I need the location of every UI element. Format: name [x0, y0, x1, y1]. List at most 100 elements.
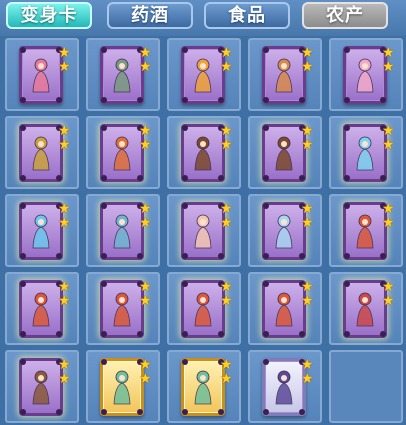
- card-corner-ornament: [299, 331, 305, 337]
- inventory-slot[interactable]: ★ ★: [167, 350, 241, 423]
- tab-farm-produce[interactable]: 农产: [302, 2, 388, 29]
- card-corner-ornament: [56, 409, 62, 415]
- card-corner-ornament: [101, 203, 107, 209]
- star-icon: ★: [382, 279, 395, 295]
- star-icon: ★: [382, 293, 395, 309]
- tab-food[interactable]: 食品: [204, 2, 290, 29]
- star-icon: ★: [139, 137, 152, 153]
- inventory-slot[interactable]: ★ ★: [5, 272, 79, 345]
- monkey-warrior-card-icon[interactable]: [19, 280, 63, 338]
- card-corner-ornament: [263, 175, 269, 181]
- fox-spirit-card-icon[interactable]: [262, 46, 306, 104]
- monkey-warrior-card-icon[interactable]: [181, 280, 225, 338]
- character-figure: [275, 214, 293, 249]
- inventory-slot[interactable]: ★ ★: [86, 194, 160, 267]
- inventory-slot[interactable]: ★ ★: [5, 194, 79, 267]
- tab-transform-cards[interactable]: 变身卡: [6, 2, 92, 29]
- card-corner-ornament: [299, 175, 305, 181]
- inventory-slot[interactable]: ★ ★: [248, 38, 322, 111]
- tab-medicinal-wine[interactable]: 药酒: [107, 2, 193, 29]
- card-corner-ornament: [182, 125, 188, 131]
- card-corner-ornament: [20, 175, 26, 181]
- inventory-slot-empty[interactable]: [329, 350, 403, 423]
- unicorn-card-icon[interactable]: [262, 202, 306, 260]
- fairy-card-icon[interactable]: [100, 358, 144, 416]
- inventory-slot[interactable]: ★ ★: [86, 350, 160, 423]
- inventory-slot[interactable]: ★ ★: [86, 38, 160, 111]
- character-figure: [113, 370, 131, 405]
- star-icon: ★: [58, 279, 71, 295]
- inventory-slot[interactable]: ★ ★: [167, 116, 241, 189]
- star-icon: ★: [220, 215, 233, 231]
- rabbit-spirit-card-icon[interactable]: [343, 46, 387, 104]
- inventory-slot[interactable]: ★ ★: [167, 38, 241, 111]
- inventory-slot[interactable]: ★ ★: [248, 194, 322, 267]
- monkey-warrior-card-icon[interactable]: [343, 202, 387, 260]
- peacock-card-icon[interactable]: [100, 202, 144, 260]
- card-corner-ornament: [344, 97, 350, 103]
- inventory-slot[interactable]: ★ ★: [329, 116, 403, 189]
- star-icon: ★: [382, 123, 395, 139]
- character-figure: [113, 58, 131, 93]
- card-corner-ornament: [344, 203, 350, 209]
- card-corner-ornament: [299, 253, 305, 259]
- lion-dancer-card-icon[interactable]: [181, 46, 225, 104]
- card-corner-ornament: [182, 253, 188, 259]
- card-corner-ornament: [182, 331, 188, 337]
- inventory-slot[interactable]: ★ ★: [329, 194, 403, 267]
- star-icon: ★: [382, 215, 395, 231]
- card-corner-ornament: [182, 359, 188, 365]
- swordswoman-card-icon[interactable]: [100, 46, 144, 104]
- card-corner-ornament: [101, 409, 107, 415]
- fairy-card-icon[interactable]: [181, 358, 225, 416]
- card-corner-ornament: [20, 125, 26, 131]
- card-corner-ornament: [20, 47, 26, 53]
- inventory-slot[interactable]: ★ ★: [86, 272, 160, 345]
- character-figure: [194, 370, 212, 405]
- ogre-card-icon[interactable]: [19, 358, 63, 416]
- star-icon: ★: [139, 123, 152, 139]
- star-icon: ★: [301, 371, 314, 387]
- pink-beast-card-icon[interactable]: [19, 46, 63, 104]
- ice-qilin-card-icon[interactable]: [19, 202, 63, 260]
- monkey-warrior-card-icon[interactable]: [262, 280, 306, 338]
- beast-rider-card-icon[interactable]: [262, 124, 306, 182]
- inventory-slot[interactable]: ★ ★: [248, 116, 322, 189]
- star-icon: ★: [220, 201, 233, 217]
- inventory-slot[interactable]: ★ ★: [329, 38, 403, 111]
- card-corner-ornament: [137, 331, 143, 337]
- star-icon: ★: [58, 201, 71, 217]
- star-icon: ★: [139, 45, 152, 61]
- rabbit-girl-card-icon[interactable]: [181, 202, 225, 260]
- card-corner-ornament: [263, 359, 269, 365]
- inventory-slot[interactable]: ★ ★: [5, 38, 79, 111]
- card-corner-ornament: [101, 281, 107, 287]
- dancer-card-icon[interactable]: [343, 280, 387, 338]
- inventory-slot[interactable]: ★ ★: [86, 116, 160, 189]
- dark-knight-card-icon[interactable]: [262, 358, 306, 416]
- ice-qilin-card-icon[interactable]: [343, 124, 387, 182]
- card-corner-ornament: [182, 47, 188, 53]
- inventory-slot[interactable]: ★ ★: [167, 272, 241, 345]
- monkey-warrior-card-icon[interactable]: [100, 280, 144, 338]
- fire-bird-card-icon[interactable]: [100, 124, 144, 182]
- golden-warrior-card-icon[interactable]: [19, 124, 63, 182]
- star-icon: ★: [58, 45, 71, 61]
- inventory-slot[interactable]: ★ ★: [5, 116, 79, 189]
- star-icon: ★: [139, 215, 152, 231]
- card-corner-ornament: [263, 253, 269, 259]
- card-corner-ornament: [56, 175, 62, 181]
- star-icon: ★: [382, 201, 395, 217]
- character-figure: [32, 136, 50, 171]
- card-corner-ornament: [101, 47, 107, 53]
- inventory-slot[interactable]: ★ ★: [5, 350, 79, 423]
- inventory-slot[interactable]: ★ ★: [248, 272, 322, 345]
- beast-rider-card-icon[interactable]: [181, 124, 225, 182]
- star-icon: ★: [58, 293, 71, 309]
- inventory-slot[interactable]: ★ ★: [167, 194, 241, 267]
- card-corner-ornament: [101, 97, 107, 103]
- inventory-slot[interactable]: ★ ★: [329, 272, 403, 345]
- inventory-slot[interactable]: ★ ★: [248, 350, 322, 423]
- card-corner-ornament: [380, 97, 386, 103]
- character-figure: [113, 136, 131, 171]
